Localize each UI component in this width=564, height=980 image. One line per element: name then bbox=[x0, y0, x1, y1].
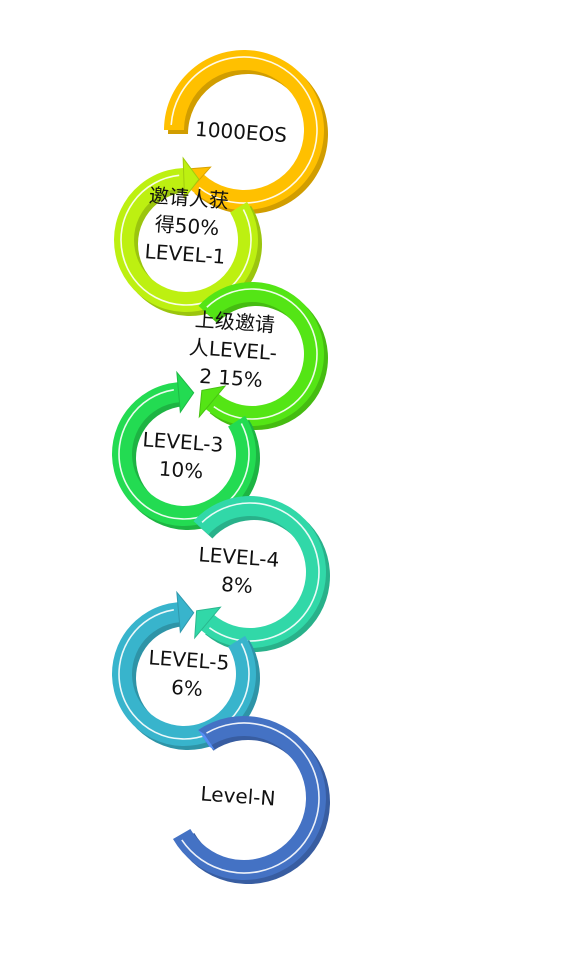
step-3-label: 上级邀请 人LEVEL- 2 15% bbox=[175, 304, 291, 395]
step-5-label: LEVEL-4 8% bbox=[186, 540, 290, 603]
step-4-label: LEVEL-3 10% bbox=[130, 425, 234, 488]
step-2-label: 邀请人获 得50% LEVEL-1 bbox=[131, 180, 243, 271]
step-6-label: LEVEL-5 6% bbox=[136, 643, 240, 706]
arrow-6-head bbox=[176, 590, 195, 634]
